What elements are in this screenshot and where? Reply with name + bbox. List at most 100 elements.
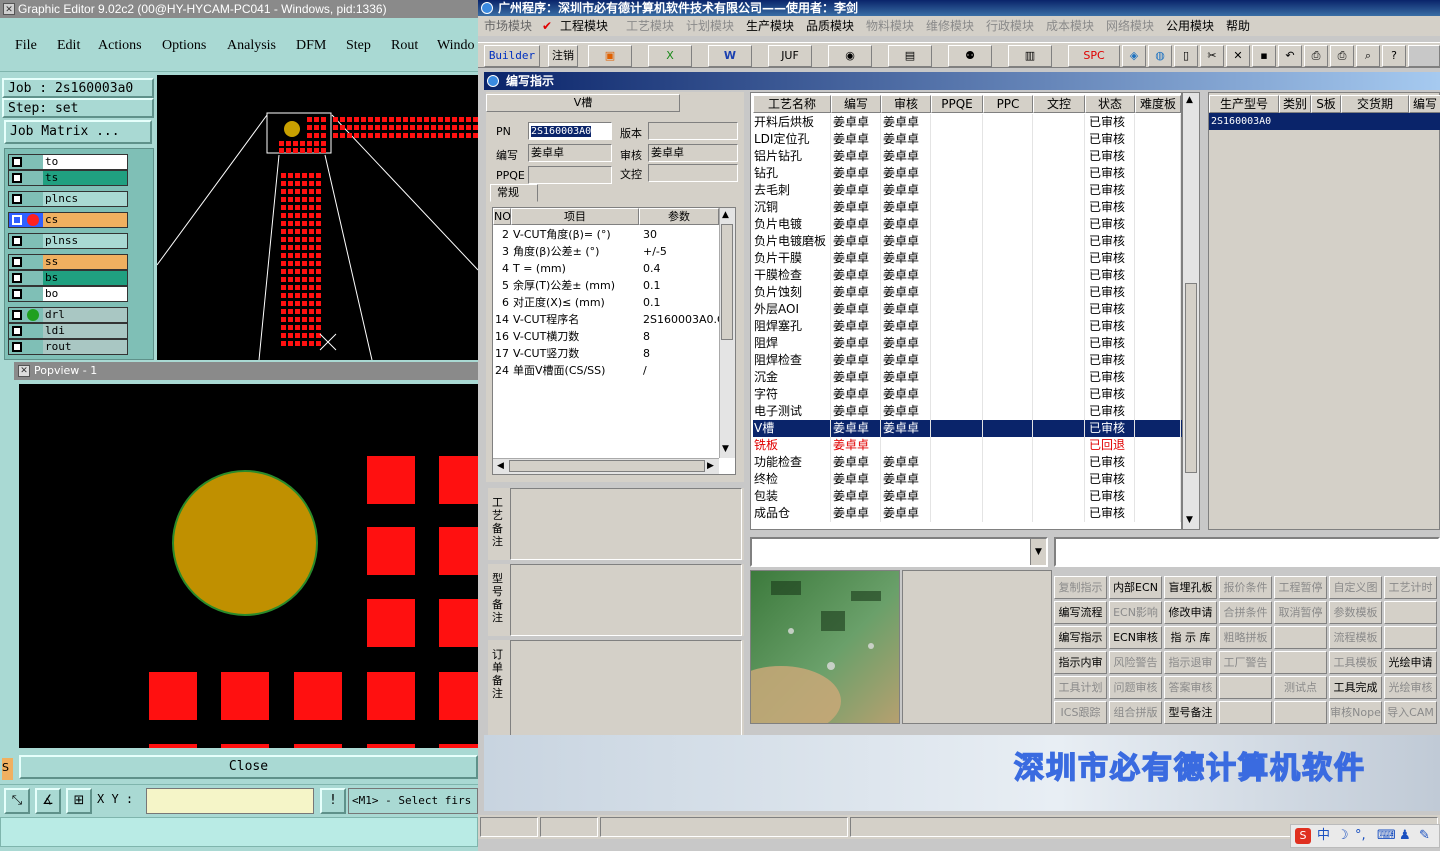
layer-bo[interactable]: bo	[8, 286, 128, 302]
review-field[interactable]: 姜卓卓	[648, 144, 738, 162]
model-note-input[interactable]	[510, 564, 742, 636]
ime-tray[interactable]: S 中 ☽ °, ⌨ ♟ ✎	[1290, 824, 1440, 848]
search-input[interactable]	[1054, 537, 1440, 567]
globe-icon[interactable]: ◍	[1148, 45, 1172, 67]
menu-quality[interactable]: 品质模块	[806, 18, 854, 34]
menu-actions[interactable]: Actions	[98, 38, 142, 54]
grid-row[interactable]: 成品仓 姜卓卓 姜卓卓 已审核	[753, 505, 1183, 522]
layer-checkbox[interactable]	[12, 215, 22, 225]
action-button[interactable]: 合拼条件	[1219, 601, 1272, 624]
layer-checkbox[interactable]	[12, 289, 22, 299]
menu-material[interactable]: 物料模块	[866, 18, 914, 34]
model-row-selected[interactable]: 2S160003A0	[1209, 113, 1440, 130]
menu-engineering[interactable]: 工程模块	[560, 18, 608, 34]
action-button[interactable]: 指 示 库	[1164, 626, 1217, 649]
grid-row[interactable]: 负片蚀刻 姜卓卓 姜卓卓 已审核	[753, 284, 1183, 301]
layer-checkbox[interactable]	[12, 342, 22, 352]
action-button[interactable]: 型号备注	[1164, 701, 1217, 724]
word-icon[interactable]: W	[708, 45, 752, 67]
menu-dfm[interactable]: DFM	[296, 38, 326, 54]
model-header-writer[interactable]: 编写	[1409, 95, 1440, 113]
action-button[interactable]: 报价条件	[1219, 576, 1272, 599]
menu-planning[interactable]: 计划模块	[686, 18, 734, 34]
eye-icon[interactable]: ◉	[828, 45, 872, 67]
ppt-icon[interactable]: ▣	[588, 45, 632, 67]
menu-process[interactable]: 工艺模块	[626, 18, 674, 34]
action-button[interactable]: 工艺计时	[1384, 576, 1437, 599]
action-button[interactable]: 盲埋孔板	[1164, 576, 1217, 599]
action-button[interactable]: 测试点	[1274, 676, 1327, 699]
params-header-item[interactable]: 项目	[511, 208, 639, 225]
grid-row[interactable]: 阻焊塞孔 姜卓卓 姜卓卓 已审核	[753, 318, 1183, 335]
menu-common[interactable]: 公用模块	[1166, 18, 1214, 34]
builder-button[interactable]: Builder	[484, 45, 540, 67]
layer-bs[interactable]: bs	[8, 270, 128, 286]
print-icon[interactable]: ⎙	[1330, 45, 1354, 67]
order-note-input[interactable]	[510, 640, 742, 736]
save-icon[interactable]: ▪	[1252, 45, 1276, 67]
logout-button[interactable]: 注销	[548, 45, 578, 67]
measure-icon[interactable]: ∡	[35, 788, 61, 814]
menu-analysis[interactable]: Analysis	[227, 38, 276, 54]
action-button[interactable]: 问题审核	[1109, 676, 1162, 699]
model-header-sboard[interactable]: S板	[1311, 95, 1341, 113]
preview-icon[interactable]: ⎙	[1304, 45, 1328, 67]
param-row[interactable]: 24 单面V槽面(CS/SS) /	[493, 362, 719, 379]
juf-button[interactable]: JUF	[768, 45, 812, 67]
grid-row[interactable]: 阻焊 姜卓卓 姜卓卓 已审核	[753, 335, 1183, 352]
grid-row[interactable]: 终检 姜卓卓 姜卓卓 已审核	[753, 471, 1183, 488]
layer-drl[interactable]: drl	[8, 307, 128, 323]
scroll-down-icon[interactable]: ▼	[722, 444, 729, 454]
layer-checkbox[interactable]	[12, 326, 22, 336]
popview-canvas[interactable]	[19, 384, 478, 748]
grid-scroll-up-icon[interactable]: ▲	[1186, 95, 1193, 105]
action-button[interactable]: 取消暂停	[1274, 601, 1327, 624]
layer-plncs[interactable]: plncs	[8, 191, 128, 207]
param-row[interactable]: 17 V-CUT竖刀数 8	[493, 345, 719, 362]
find-icon[interactable]: ⌕	[1356, 45, 1380, 67]
layer-checkbox[interactable]	[12, 173, 22, 183]
filter-combobox[interactable]: ▼	[750, 537, 1048, 567]
action-button[interactable]: ECN影响	[1109, 601, 1162, 624]
cut-icon[interactable]: ✂	[1200, 45, 1224, 67]
keyboard-icon[interactable]: ⌨	[1377, 825, 1396, 847]
menu-cost[interactable]: 成本模块	[1046, 18, 1094, 34]
user-icon[interactable]: ♟	[1399, 825, 1411, 847]
action-button[interactable]: 自定义图	[1329, 576, 1382, 599]
grid-header-wenkong[interactable]: 文控	[1033, 95, 1085, 113]
popview-close-button[interactable]: Close	[19, 755, 478, 779]
param-row[interactable]: 2 V-CUT角度(β)= (°) 30	[493, 226, 719, 243]
action-button[interactable]: 答案审核	[1164, 676, 1217, 699]
layer-ts[interactable]: ts	[8, 170, 128, 186]
action-button[interactable]: 粗略拼板	[1219, 626, 1272, 649]
menu-market[interactable]: 市场模块	[484, 18, 532, 34]
menu-help[interactable]: 帮助	[1226, 18, 1250, 34]
param-row[interactable]: 6 对正度(X)≤ (mm) 0.1	[493, 294, 719, 311]
layer-cs[interactable]: cs	[8, 212, 128, 228]
model-header-part[interactable]: 生产型号	[1209, 95, 1279, 113]
grid-vscroll[interactable]: ▲ ▼	[1182, 92, 1200, 530]
computer-icon[interactable]: ▥	[1008, 45, 1052, 67]
grid-row[interactable]: 干膜检查 姜卓卓 姜卓卓 已审核	[753, 267, 1183, 284]
grid-row[interactable]: 电子测试 姜卓卓 姜卓卓 已审核	[753, 403, 1183, 420]
action-button[interactable]: 指示退审	[1164, 651, 1217, 674]
grid-header-difficulty[interactable]: 难度板	[1135, 95, 1181, 113]
param-row[interactable]: 3 角度(β)公差± (°) +/-5	[493, 243, 719, 260]
menu-options[interactable]: Options	[162, 38, 206, 54]
grid-row[interactable]: 沉铜 姜卓卓 姜卓卓 已审核	[753, 199, 1183, 216]
action-button[interactable]: 修改申请	[1164, 601, 1217, 624]
layer-checkbox[interactable]	[12, 157, 22, 167]
grid-row[interactable]: 钻孔 姜卓卓 姜卓卓 已审核	[753, 165, 1183, 182]
wenkong-field[interactable]	[648, 164, 738, 182]
grid-row[interactable]: 功能检查 姜卓卓 姜卓卓 已审核	[753, 454, 1183, 471]
param-row[interactable]: 4 T = (mm) 0.4	[493, 260, 719, 277]
menu-window[interactable]: Windo	[437, 38, 475, 54]
grid-row[interactable]: 外层AOI 姜卓卓 姜卓卓 已审核	[753, 301, 1183, 318]
action-button[interactable]: 风险警告	[1109, 651, 1162, 674]
grid-snap-icon[interactable]: ⊞	[66, 788, 92, 814]
grid-row[interactable]: 负片电镀 姜卓卓 姜卓卓 已审核	[753, 216, 1183, 233]
action-button[interactable]: 内部ECN	[1109, 576, 1162, 599]
grid-row[interactable]: 铣板 姜卓卓 已回退	[753, 437, 1183, 454]
param-row[interactable]: 14 V-CUT程序名 2S160003A0.CS	[493, 311, 732, 328]
toolbar-field[interactable]	[1408, 45, 1440, 67]
